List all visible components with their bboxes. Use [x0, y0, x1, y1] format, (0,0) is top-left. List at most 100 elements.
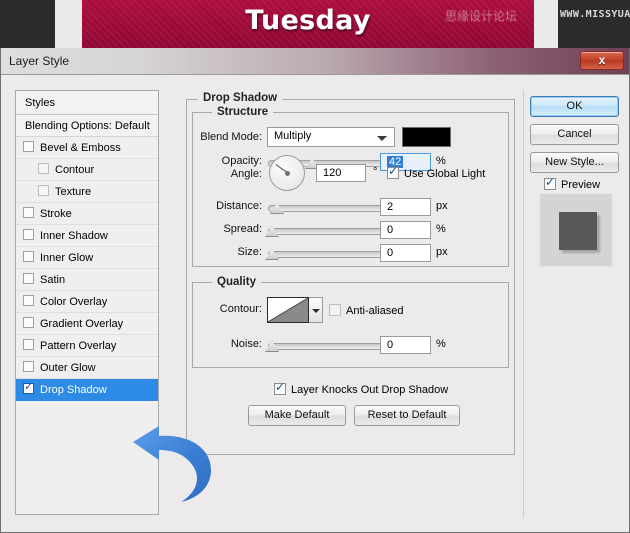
sidebar-item-label: Inner Shadow	[40, 230, 108, 242]
spread-slider-track[interactable]	[268, 228, 398, 235]
spread-input[interactable]: 0	[380, 221, 431, 239]
sidebar-item-label: Gradient Overlay	[40, 318, 124, 330]
dialog-titlebar[interactable]: Layer Style x	[1, 48, 629, 75]
noise-slider-track[interactable]	[268, 343, 398, 350]
checkbox-icon[interactable]	[23, 339, 34, 350]
distance-input[interactable]: 2	[380, 198, 431, 216]
layer-knocks-out-label: Layer Knocks Out Drop Shadow	[291, 384, 449, 396]
quality-group	[192, 282, 509, 368]
sidebar-item-blending-options[interactable]: Blending Options: Default	[16, 115, 158, 137]
angle-label: Angle:	[230, 168, 262, 180]
checkbox-icon[interactable]	[23, 317, 34, 328]
contour-curve-icon	[268, 298, 308, 322]
size-input[interactable]: 0	[380, 244, 431, 262]
cancel-button[interactable]: Cancel	[530, 124, 619, 145]
checkbox-icon	[387, 164, 399, 179]
angle-unit: °	[373, 166, 378, 178]
sidebar-item-color-overlay[interactable]: Color Overlay	[16, 291, 158, 313]
angle-dial[interactable]	[269, 155, 305, 191]
panel-divider	[523, 90, 524, 518]
spread-unit: %	[436, 223, 446, 235]
checkbox-icon[interactable]	[23, 361, 34, 372]
contour-preview[interactable]	[267, 297, 309, 323]
drop-shadow-panel: Drop Shadow Structure Blend Mode: Multip…	[186, 90, 515, 518]
checkbox-icon[interactable]	[23, 380, 34, 394]
sidebar-item-label: Outer Glow	[40, 362, 96, 374]
checkbox-icon[interactable]	[23, 273, 34, 284]
sidebar-item-label: Pattern Overlay	[40, 340, 117, 352]
contour-label: Contour:	[219, 303, 262, 315]
drop-shadow-group-label: Drop Shadow	[198, 92, 283, 104]
sidebar-item-label: Drop Shadow	[40, 384, 107, 396]
checkbox-icon	[274, 380, 286, 395]
anti-aliased-checkbox[interactable]: Anti-aliased	[329, 304, 403, 317]
size-unit: px	[436, 246, 448, 258]
watermark-url: WWW.MISSYUAN.COM	[560, 9, 630, 20]
use-global-light-label: Use Global Light	[404, 168, 486, 180]
sidebar-item-label: Satin	[40, 274, 66, 286]
background-banner: Tuesday 思缘设计论坛 WWW.MISSYUAN.COM	[0, 0, 630, 48]
anti-aliased-label: Anti-aliased	[346, 305, 404, 317]
layer-style-dialog: Layer Style x Styles Blending Options: D…	[0, 48, 630, 533]
spread-value: 0	[387, 224, 394, 236]
noise-input[interactable]: 0	[380, 336, 431, 354]
blend-mode-select[interactable]: Multiply	[267, 127, 395, 147]
checkbox-icon[interactable]	[23, 251, 34, 262]
shadow-color-swatch[interactable]	[402, 127, 451, 147]
sidebar-item-label: Texture	[55, 186, 92, 198]
sidebar-item-drop-shadow[interactable]: Drop Shadow	[16, 379, 158, 401]
styles-list[interactable]: Styles Blending Options: Default Bevel &…	[15, 90, 159, 515]
sidebar-item-label: Inner Glow	[40, 252, 94, 264]
angle-input[interactable]: 120	[316, 164, 366, 182]
checkbox-icon	[329, 304, 341, 316]
layer-knocks-out-checkbox[interactable]: Layer Knocks Out Drop Shadow	[274, 380, 449, 396]
sidebar-item-bevel-emboss[interactable]: Bevel & Emboss	[16, 137, 158, 159]
ok-button[interactable]: OK	[530, 96, 619, 117]
checkbox-icon[interactable]	[23, 295, 34, 306]
preview-square	[559, 212, 597, 250]
quality-group-label: Quality	[212, 276, 261, 288]
banner-left-gap	[55, 0, 82, 48]
use-global-light-checkbox[interactable]: Use Global Light	[387, 164, 486, 180]
chevron-down-icon	[312, 309, 320, 313]
sidebar-item-texture[interactable]: Texture	[16, 181, 158, 203]
checkbox-icon[interactable]	[23, 229, 34, 240]
close-button[interactable]: x	[580, 51, 624, 70]
opacity-label: Opacity:	[221, 155, 262, 167]
close-icon: x	[598, 53, 606, 67]
angle-value: 120	[323, 167, 342, 179]
chevron-down-icon	[377, 136, 387, 141]
sidebar-item-outer-glow[interactable]: Outer Glow	[16, 357, 158, 379]
preview-checkbox[interactable]: Preview	[544, 175, 601, 191]
watermark-chinese: 思缘设计论坛	[445, 9, 518, 23]
sidebar-item-label: Stroke	[40, 208, 72, 220]
sidebar-item-inner-shadow[interactable]: Inner Shadow	[16, 225, 158, 247]
contour-dropdown-button[interactable]	[309, 297, 323, 323]
checkbox-icon[interactable]	[23, 207, 34, 218]
checkbox-icon[interactable]	[38, 185, 49, 196]
checkbox-icon[interactable]	[23, 141, 34, 152]
sidebar-item-satin[interactable]: Satin	[16, 269, 158, 291]
checkbox-icon[interactable]	[38, 163, 49, 174]
distance-value: 2	[387, 201, 394, 213]
sidebar-item-inner-glow[interactable]: Inner Glow	[16, 247, 158, 269]
sidebar-item-gradient-overlay[interactable]: Gradient Overlay	[16, 313, 158, 335]
reset-to-default-button[interactable]: Reset to Default	[354, 405, 460, 426]
sidebar-item-pattern-overlay[interactable]: Pattern Overlay	[16, 335, 158, 357]
blend-mode-label: Blend Mode:	[200, 131, 262, 143]
distance-slider-track[interactable]	[268, 205, 398, 212]
size-value: 0	[387, 247, 394, 259]
dialog-actions: OK Cancel New Style... Preview	[530, 90, 622, 518]
spread-label: Spread:	[223, 223, 262, 235]
opacity-unit: %	[436, 155, 446, 167]
sidebar-item-contour[interactable]: Contour	[16, 159, 158, 181]
dialog-title: Layer Style	[9, 54, 70, 68]
checkbox-icon	[544, 175, 556, 190]
size-slider-track[interactable]	[268, 251, 398, 258]
sidebar-item-label: Bevel & Emboss	[40, 142, 121, 154]
make-default-button[interactable]: Make Default	[248, 405, 346, 426]
new-style-button[interactable]: New Style...	[530, 152, 619, 173]
preview-label: Preview	[561, 179, 601, 191]
noise-unit: %	[436, 338, 446, 350]
sidebar-item-stroke[interactable]: Stroke	[16, 203, 158, 225]
